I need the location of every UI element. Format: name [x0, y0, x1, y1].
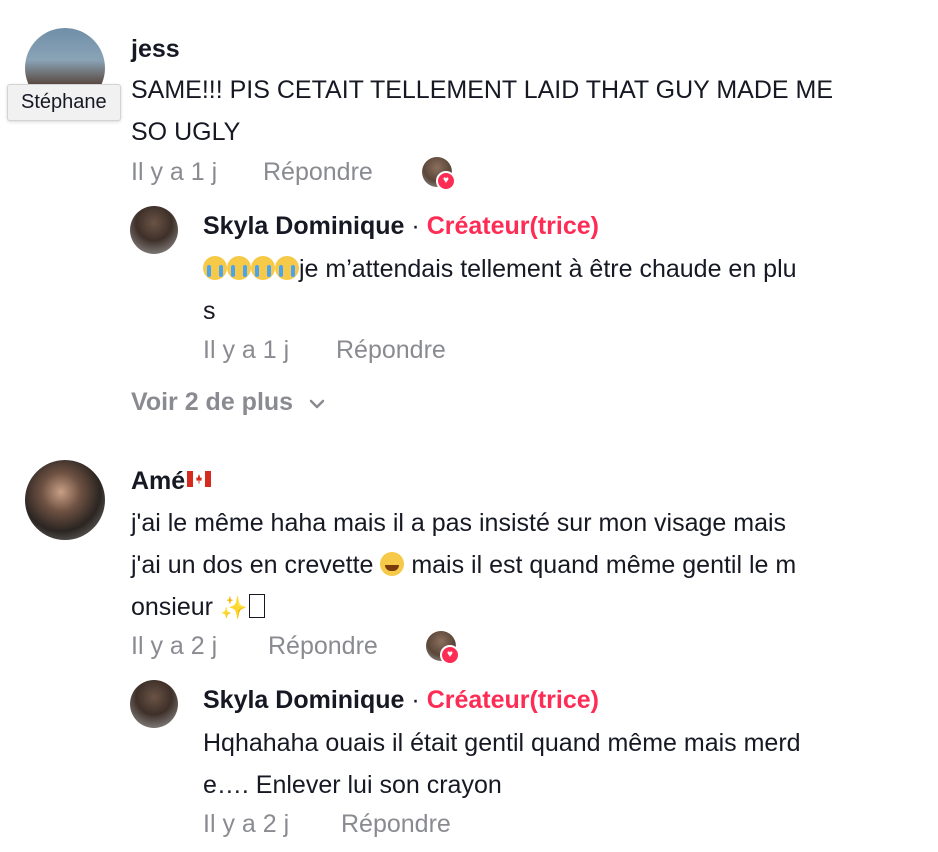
- reply-text-line: e…. Enlever lui son crayon: [203, 771, 502, 799]
- comment-text-segment: mais il est quand même gentil le m: [404, 551, 797, 579]
- comment-text-line: SAME!!! PIS CETAIT TELLEMENT LAID THAT G…: [131, 76, 834, 104]
- comment-text-segment: onsieur: [131, 593, 220, 621]
- reply-button[interactable]: Répondre: [268, 632, 378, 661]
- reply-text-line: s: [203, 297, 216, 325]
- canada-flag-icon: [187, 471, 212, 487]
- comment-item: Stéphane jess SAME!!! PIS CETAIT TELLEME…: [0, 0, 938, 440]
- reply-header: Skyla Dominique · Créateur(trice): [203, 212, 599, 241]
- heart-icon: ♥: [440, 645, 460, 665]
- view-more-label: Voir 2 de plus: [131, 388, 294, 416]
- separator: ·: [411, 212, 420, 240]
- reply-timestamp: Il y a 1 j: [203, 336, 290, 364]
- comment-text: j'ai le même haha mais il a pas insisté …: [131, 502, 931, 629]
- comment-timestamp: Il y a 1 j: [131, 158, 218, 186]
- reply-text: Hqhahaha ouais il était gentil quand mêm…: [203, 722, 923, 806]
- separator: ·: [411, 686, 420, 714]
- reply-timestamp: Il y a 2 j: [203, 810, 290, 838]
- creator-badge: Créateur(trice): [426, 212, 599, 240]
- avatar[interactable]: [25, 460, 105, 540]
- loudly-crying-face-icon: [275, 256, 299, 280]
- sparkles-icon: ✨: [219, 595, 248, 620]
- comment-timestamp: Il y a 2 j: [131, 632, 218, 660]
- reply-text-line: je m’attendais tellement à être chaude e…: [203, 248, 923, 290]
- heart-icon: ♥: [436, 171, 456, 191]
- creator-badge: Créateur(trice): [426, 686, 599, 714]
- reply-text-line: Hqhahaha ouais il était gentil quand mêm…: [203, 729, 801, 757]
- reply-text: je m’attendais tellement à être chaude e…: [203, 248, 923, 332]
- comment-username[interactable]: Amé: [131, 467, 212, 496]
- creator-liked-badge: ♥: [422, 157, 456, 191]
- comment-text-line: SO UGLY: [131, 118, 241, 146]
- comment-text-line: onsieur ✨: [131, 586, 931, 629]
- reply-button[interactable]: Répondre: [336, 336, 446, 365]
- loudly-crying-face-icon: [203, 256, 227, 280]
- comment-text: SAME!!! PIS CETAIT TELLEMENT LAID THAT G…: [131, 69, 921, 153]
- reply-button[interactable]: Répondre: [263, 158, 373, 187]
- reply-text-segment: je m’attendais tellement à être chaude e…: [299, 255, 797, 283]
- view-more-replies[interactable]: Voir 2 de plus: [131, 388, 326, 417]
- unknown-glyph-icon: [249, 594, 266, 618]
- comment-username[interactable]: jess: [131, 35, 180, 64]
- reply-header: Skyla Dominique · Créateur(trice): [203, 686, 599, 715]
- tears-of-joy-icon: [380, 552, 405, 576]
- comment-text-line: j'ai un dos en crevette mais il est quan…: [131, 544, 931, 586]
- avatar[interactable]: [130, 680, 178, 728]
- chevron-down-icon: [309, 399, 325, 409]
- loudly-crying-face-icon: [227, 256, 251, 280]
- username-tooltip: Stéphane: [7, 84, 121, 121]
- loudly-crying-face-icon: [251, 256, 275, 280]
- reply-username[interactable]: Skyla Dominique: [203, 212, 404, 240]
- comment-text-line: j'ai le même haha mais il a pas insisté …: [131, 509, 787, 537]
- avatar[interactable]: [130, 206, 178, 254]
- creator-liked-badge: ♥: [426, 631, 460, 665]
- reply-button[interactable]: Répondre: [341, 810, 451, 839]
- username-text: Amé: [131, 467, 186, 495]
- reply-username[interactable]: Skyla Dominique: [203, 686, 404, 714]
- comment-item: Amé j'ai le même haha mais il a pas insi…: [0, 440, 938, 852]
- comment-text-segment: j'ai un dos en crevette: [131, 551, 381, 579]
